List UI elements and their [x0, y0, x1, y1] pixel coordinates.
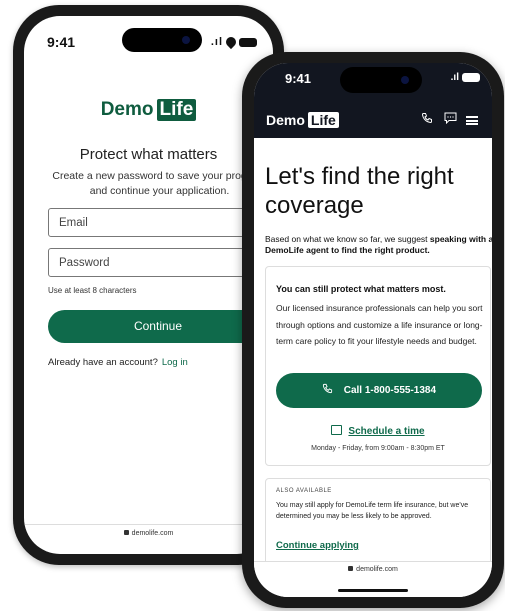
business-hours: Monday - Friday, from 9:00am - 8:30pm ET [311, 445, 445, 452]
logo-box: Life [307, 112, 339, 128]
camera-icon [401, 76, 409, 84]
title-line-1: Let's find the right [265, 163, 454, 190]
recommendation-screen: 9:41 .ıl Demo Life Let's find the right c… [254, 63, 492, 597]
brand-logo[interactable]: Demo Life [266, 112, 339, 128]
status-time: 9:41 [285, 71, 312, 86]
lock-icon [123, 530, 129, 535]
status-icons: .ıl [451, 72, 480, 83]
page-title: Let's find the right coverage [265, 162, 487, 220]
dynamic-island [340, 67, 422, 93]
url-divider [24, 524, 273, 525]
camera-icon [182, 36, 190, 44]
logo-word: Demo [100, 99, 154, 120]
password-placeholder: Password [59, 257, 110, 269]
url-bar: demolife.com [254, 561, 492, 597]
account-prompt-text: Already have an account? [48, 357, 158, 368]
agent-card: You can still protect what matters most.… [265, 266, 491, 466]
status-bar: 9:41 .ıl [254, 63, 492, 102]
signal-icon: .ıl [450, 72, 459, 83]
url-bar[interactable]: demolife.com [24, 530, 273, 537]
continue-button[interactable]: Continue [48, 310, 268, 343]
battery-icon [462, 72, 480, 82]
intro-plain: Based on what we know so far, we suggest [265, 234, 430, 244]
status-icons: .ıl [210, 35, 257, 50]
page-subtitle: Create a new password to save your progr… [46, 169, 273, 199]
also-available-label: ALSO AVAILABLE [276, 488, 332, 494]
also-available-text: You may still apply for DemoLife term li… [276, 502, 469, 520]
card-title: You can still protect what matters most. [276, 284, 446, 294]
call-button[interactable]: Call 1-800-555-1384 [276, 373, 482, 408]
logo-box: Life [156, 99, 197, 121]
chat-icon[interactable] [443, 112, 457, 126]
email-placeholder: Email [59, 217, 88, 229]
email-field[interactable]: Email [48, 208, 268, 237]
continue-applying-link[interactable]: Continue applying [276, 540, 359, 551]
home-indicator[interactable] [338, 589, 408, 592]
phone-icon [322, 383, 336, 396]
url-display[interactable]: demolife.com [254, 566, 492, 573]
brand-logo: Demo Life [24, 99, 273, 121]
status-time: 9:41 [47, 34, 76, 50]
title-line-2: coverage [265, 192, 364, 219]
top-nav: Demo Life [254, 102, 492, 138]
card-body: Our licensed insurance professionals can… [276, 303, 483, 346]
intro-text: Based on what we know so far, we suggest… [265, 234, 492, 256]
battery-icon [239, 37, 257, 47]
login-link[interactable]: Log in [162, 357, 188, 368]
schedule-label: Schedule a time [348, 426, 425, 437]
logo-word: Demo [266, 112, 305, 128]
account-prompt: Already have an account? Log in [48, 357, 188, 368]
lock-icon [348, 566, 354, 571]
wifi-icon [223, 35, 239, 50]
phone-front: 9:41 .ıl Demo Life Let's find the right c… [242, 52, 504, 608]
page-title: Protect what matters [79, 146, 218, 163]
menu-icon[interactable] [466, 116, 478, 125]
schedule-link[interactable]: Schedule a time [266, 425, 490, 437]
subtitle-line-1: Create a new password to save your progr… [52, 170, 267, 182]
url-text: demolife.com [356, 566, 398, 573]
password-field[interactable]: Password [48, 248, 268, 277]
url-text: demolife.com [131, 530, 174, 537]
phone-icon[interactable] [420, 112, 434, 126]
subtitle-line-2: and continue your application. [89, 185, 230, 197]
calendar-icon [331, 425, 343, 435]
dynamic-island [122, 28, 202, 52]
signal-icon: .ıl [210, 36, 223, 48]
password-hint: Use at least 8 characters [48, 286, 137, 295]
signup-screen: 9:41 .ıl Demo Life Protect what matters C… [24, 16, 273, 554]
call-label: Call 1-800-555-1384 [343, 385, 437, 396]
